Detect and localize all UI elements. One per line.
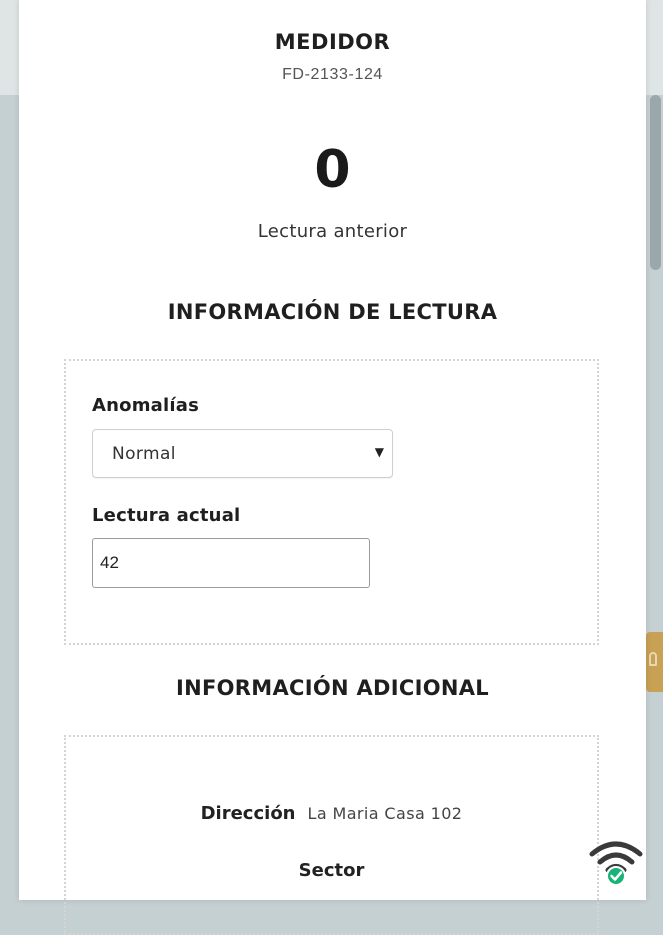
- anomalies-selected-value: Normal: [112, 444, 176, 464]
- side-tab-icon: [649, 652, 657, 666]
- wifi-connected-icon: [589, 841, 643, 886]
- reading-info-title: INFORMACIÓN DE LECTURA: [167, 300, 498, 324]
- check-badge: [606, 866, 626, 886]
- scrollbar[interactable]: [650, 95, 661, 270]
- side-tab[interactable]: [646, 632, 663, 692]
- previous-reading-label: Lectura anterior: [257, 221, 408, 242]
- sector-row: Sector: [66, 860, 597, 881]
- dropdown-caret-icon: ▼: [374, 445, 384, 459]
- meter-code: FD-2133-124: [282, 66, 383, 83]
- address-row: Dirección La Maria Casa 102: [66, 803, 597, 824]
- previous-reading-value: 0: [314, 140, 351, 200]
- address-value: La Maria Casa 102: [307, 804, 463, 823]
- sector-label: Sector: [298, 860, 365, 881]
- current-reading-label: Lectura actual: [92, 505, 241, 526]
- current-reading-input[interactable]: [92, 538, 370, 588]
- anomalies-select[interactable]: Normal ▼: [92, 429, 393, 478]
- anomalies-label: Anomalías: [92, 395, 200, 416]
- reading-info-panel: Anomalías Normal ▼ Lectura actual: [64, 359, 599, 645]
- meter-reading-modal: MEDIDOR FD-2133-124 0 Lectura anterior I…: [19, 0, 646, 935]
- additional-info-panel: Dirección La Maria Casa 102 Sector: [64, 735, 599, 935]
- address-label: Dirección: [200, 803, 296, 824]
- meter-title: MEDIDOR: [274, 30, 391, 54]
- additional-info-title: INFORMACIÓN ADICIONAL: [176, 676, 489, 700]
